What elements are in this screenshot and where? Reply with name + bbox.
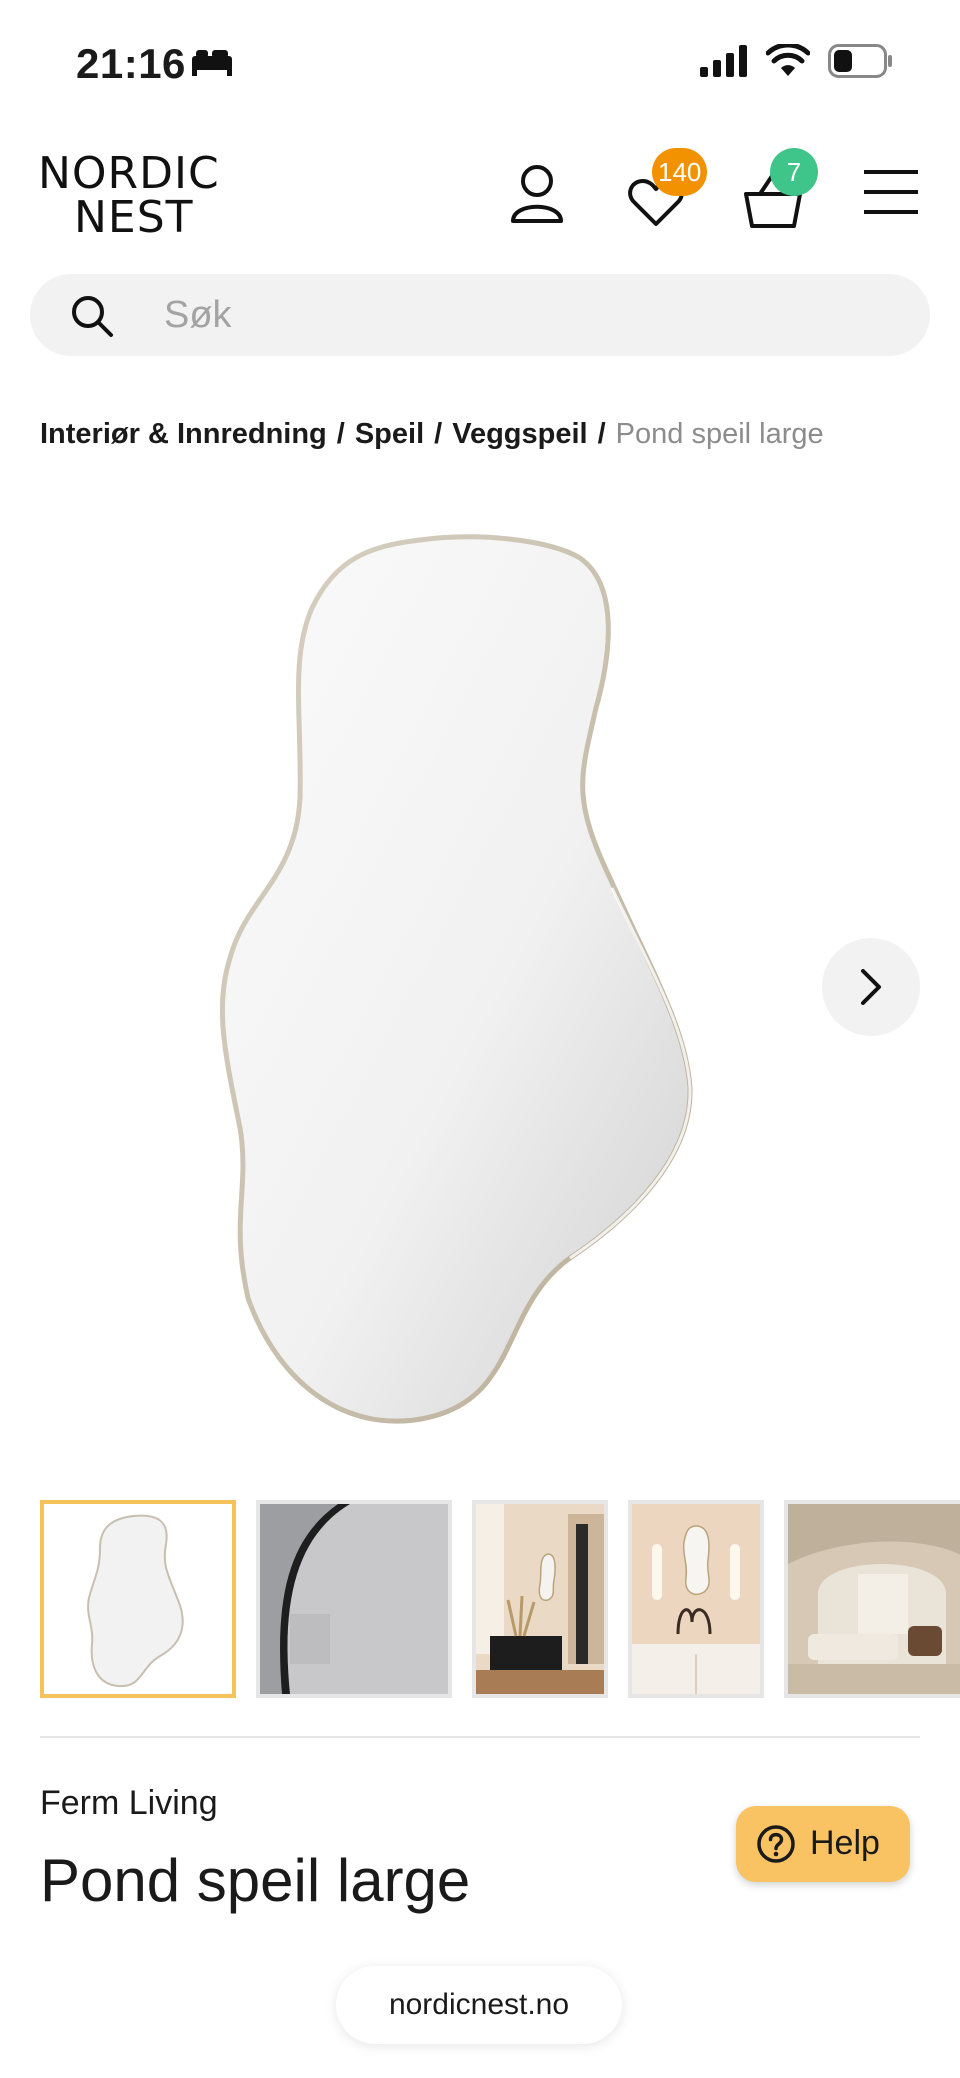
wishlist-button[interactable]: 140 [622,148,722,240]
status-indicators [700,44,894,78]
thumbnail-hallway-image [476,1504,604,1694]
cart-button[interactable]: 7 [740,148,840,240]
breadcrumb-item-interior[interactable]: Interiør & Innredning [40,418,327,450]
thumbnail-3[interactable] [472,1500,608,1698]
thumbnail-4[interactable] [628,1500,764,1698]
battery-icon [828,44,892,78]
browser-url-bar[interactable]: nordicnest.no [336,1966,622,2044]
question-circle-icon [757,1825,795,1863]
breadcrumb-separator: / [336,418,345,450]
breadcrumb-item-veggspeil[interactable]: Veggspeil [452,418,587,450]
breadcrumb: Interiør & Innredning / Speil / Veggspeil / Po… [40,418,824,451]
breadcrumb-current: Pond speil large [615,418,824,450]
thumbnail-1[interactable] [40,1500,236,1698]
chevron-right-icon [861,969,881,1005]
thumbnail-mirror-image [87,1514,184,1688]
cart-count-badge: 7 [770,148,818,196]
user-icon[interactable] [510,164,564,224]
status-time: 21:16 [76,40,186,87]
product-main-image[interactable] [220,498,740,1458]
thumbnail-bathroom-image [632,1504,760,1694]
search-icon [72,296,113,337]
thumbnail-living-room-image [788,1504,960,1694]
thumbnail-5[interactable] [784,1500,960,1698]
site-header: NORDIC NEST 140 7 [0,120,960,270]
thumbnail-2[interactable] [256,1500,452,1698]
search-bar[interactable] [30,274,930,356]
bed-icon [192,50,232,76]
wishlist-count-badge: 140 [652,148,708,196]
wifi-icon [766,44,810,76]
product-title: Pond speil large [40,1847,471,1914]
thumbnail-strip [40,1500,960,1698]
thumbnail-mirror-edge-image [260,1504,448,1694]
breadcrumb-separator: / [597,418,606,450]
next-image-button[interactable] [822,938,920,1036]
menu-icon[interactable] [864,170,918,214]
cellular-signal-icon [700,45,747,77]
status-bar: 21:16 [0,0,960,120]
breadcrumb-separator: / [434,418,443,450]
breadcrumb-item-speil[interactable]: Speil [355,418,424,450]
logo-line2: NEST [74,192,194,243]
help-button[interactable]: Help [736,1806,910,1882]
product-brand[interactable]: Ferm Living [40,1784,218,1823]
search-input[interactable] [164,274,864,356]
section-divider [40,1736,920,1738]
help-label: Help [810,1824,880,1862]
nordic-nest-logo[interactable]: NORDIC NEST [38,152,238,240]
